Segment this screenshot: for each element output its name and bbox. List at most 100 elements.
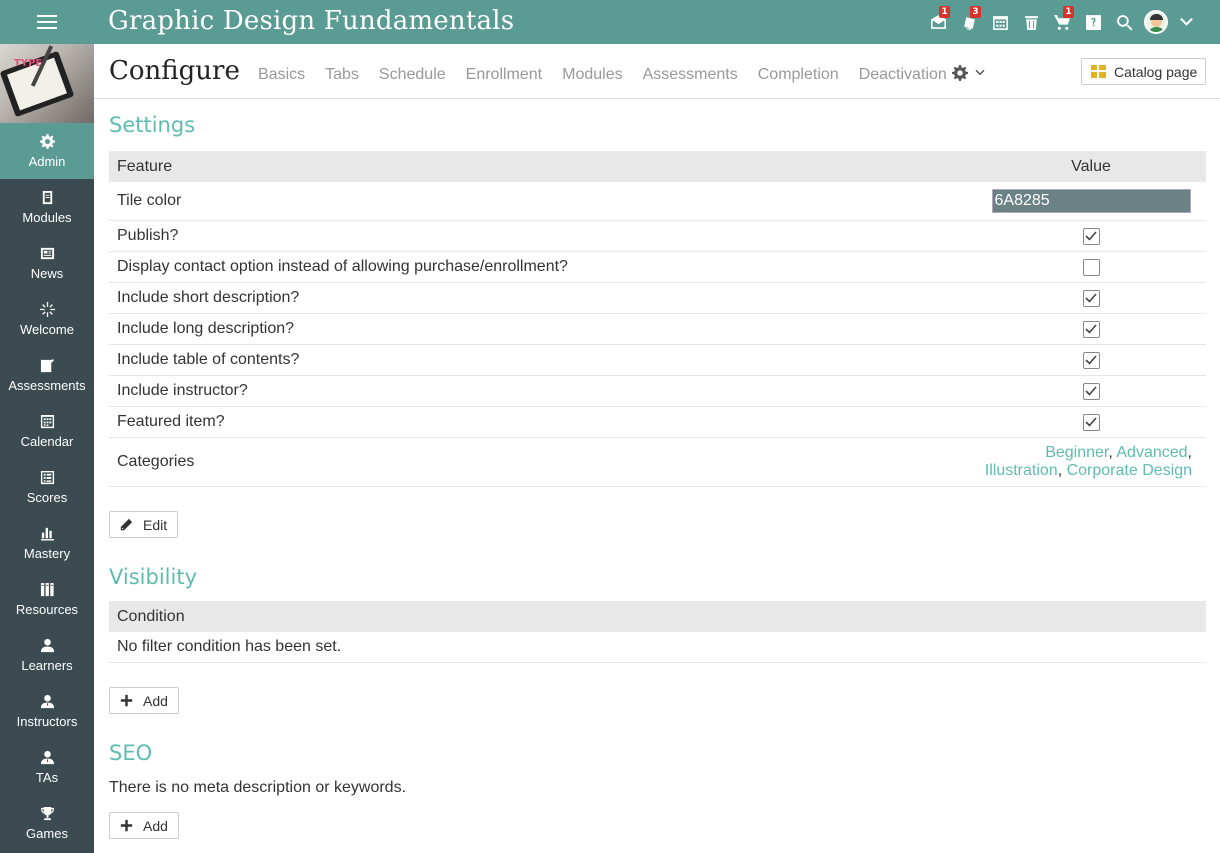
instructor-checkbox[interactable]: [1082, 382, 1100, 400]
notifications-badge: 3: [970, 6, 981, 18]
sidebar-item-label: Mastery: [23, 545, 71, 561]
tab-deactivation[interactable]: Deactivation: [859, 66, 947, 84]
sidebar-item-tas[interactable]: TAs: [0, 739, 94, 795]
tab-basics[interactable]: Basics: [258, 66, 305, 84]
table-row: Display contact option instead of allowi…: [109, 252, 1206, 283]
long-description-checkbox[interactable]: [1082, 320, 1100, 338]
add-condition-button[interactable]: Add: [109, 687, 179, 714]
sidebar-item-label: TAs: [35, 769, 59, 785]
edit-button-label: Edit: [143, 516, 168, 533]
sidebar-item-calendar[interactable]: Calendar: [0, 403, 94, 459]
add-seo-label: Add: [143, 817, 168, 834]
tab-enrollment[interactable]: Enrollment: [466, 66, 542, 84]
catalog-page-label: Catalog page: [1114, 63, 1198, 80]
sidebar-item-label: Instructors: [16, 713, 78, 729]
pencil-icon: [120, 518, 133, 531]
category-link[interactable]: Corporate Design: [1067, 462, 1192, 479]
add-condition-label: Add: [143, 692, 168, 709]
sidebar-item-label: Calendar: [20, 433, 74, 449]
gear-icon: [39, 134, 55, 150]
gear-icon: [952, 65, 968, 81]
table-row: Include short description?: [109, 283, 1206, 314]
sidebar-item-resources[interactable]: Resources: [0, 571, 94, 627]
scores-icon: [39, 470, 55, 486]
sidebar-item-admin[interactable]: Admin: [0, 123, 94, 179]
sidebar-item-label: News: [30, 265, 64, 281]
main-content: Configure Basics Tabs Schedule Enrollmen…: [94, 44, 1220, 853]
top-icon-bar: 1 3 1: [923, 0, 1202, 44]
messages-badge: 1: [939, 6, 950, 18]
bell-icon[interactable]: 3: [954, 0, 985, 44]
contact-option-checkbox[interactable]: [1082, 258, 1100, 276]
tab-completion[interactable]: Completion: [758, 66, 839, 84]
ta-icon: [39, 750, 55, 766]
checklist-icon: [39, 358, 55, 374]
page-header: Configure Basics Tabs Schedule Enrollmen…: [94, 44, 1220, 99]
avatar[interactable]: [1140, 0, 1171, 44]
config-tabs: Basics Tabs Schedule Enrollment Modules …: [258, 66, 947, 84]
hamburger-icon[interactable]: [0, 0, 94, 44]
person-icon: [39, 638, 55, 654]
tile-color-input[interactable]: 6A8285: [991, 189, 1191, 213]
empty-condition-text: No filter condition has been set.: [117, 638, 342, 655]
featured-item-checkbox[interactable]: [1082, 413, 1100, 431]
tab-modules[interactable]: Modules: [562, 66, 622, 84]
table-row: Featured item?: [109, 407, 1206, 438]
sidebar-item-label: Resources: [15, 601, 79, 617]
sidebar-item-assessments[interactable]: Assessments: [0, 347, 94, 403]
seo-title: SEO: [109, 741, 153, 765]
row-label: Include table of contents?: [117, 351, 300, 368]
table-row: Publish?: [109, 221, 1206, 252]
sidebar-item-label: Games: [26, 825, 68, 841]
tab-assessments[interactable]: Assessments: [643, 66, 738, 84]
tab-tabs[interactable]: Tabs: [325, 66, 359, 84]
sidebar-item-modules[interactable]: Modules: [0, 179, 94, 235]
edit-button[interactable]: Edit: [109, 511, 179, 538]
column-header-value: Value: [1071, 157, 1111, 175]
tab-schedule[interactable]: Schedule: [379, 66, 446, 84]
course-thumbnail[interactable]: TYPE: [0, 44, 94, 123]
catalog-icon: [1091, 65, 1106, 78]
visibility-table: Condition No filter condition has been s…: [109, 601, 1206, 663]
visibility-table-header: Condition: [109, 601, 1206, 632]
table-row: Include instructor?: [109, 376, 1206, 407]
sidebar-item-learners[interactable]: Learners: [0, 627, 94, 683]
row-label: Include short description?: [117, 289, 300, 306]
search-icon[interactable]: [1109, 0, 1140, 44]
category-link[interactable]: Advanced: [1116, 444, 1187, 461]
sidebar-item-mastery[interactable]: Mastery: [0, 515, 94, 571]
sidebar-item-welcome[interactable]: Welcome: [0, 291, 94, 347]
category-link[interactable]: Beginner: [1045, 444, 1108, 461]
settings-table-header: Feature Value: [109, 151, 1206, 182]
sidebar-item-games[interactable]: Games: [0, 795, 94, 851]
cart-icon[interactable]: 1: [1047, 0, 1078, 44]
more-settings-dropdown[interactable]: [952, 65, 986, 81]
sidebar-item-instructors[interactable]: Instructors: [0, 683, 94, 739]
publish-checkbox[interactable]: [1082, 227, 1100, 245]
avatar-image: [1143, 10, 1168, 34]
cart-badge: 1: [1063, 6, 1074, 18]
add-seo-button[interactable]: Add: [109, 812, 179, 839]
trash-icon[interactable]: [1016, 0, 1047, 44]
sidebar-item-label: Welcome: [20, 321, 74, 337]
visibility-title: Visibility: [109, 565, 198, 589]
sidebar: TYPE Admin Modules News Welcome Assessme…: [0, 44, 94, 853]
table-row: No filter condition has been set.: [109, 632, 1206, 663]
envelope-icon[interactable]: 1: [923, 0, 954, 44]
table-row: Tile color 6A8285: [109, 182, 1206, 221]
table-of-contents-checkbox[interactable]: [1082, 351, 1100, 369]
seo-empty-text: There is no meta description or keywords…: [109, 779, 407, 796]
sidebar-item-label: Scores: [26, 489, 68, 505]
calendar-icon[interactable]: [985, 0, 1016, 44]
sidebar-item-news[interactable]: News: [0, 235, 94, 291]
page-title: Configure: [109, 56, 240, 86]
short-description-checkbox[interactable]: [1082, 289, 1100, 307]
chevron-down-icon[interactable]: [1171, 0, 1202, 44]
sidebar-item-scores[interactable]: Scores: [0, 459, 94, 515]
category-link[interactable]: Illustration: [985, 462, 1058, 479]
help-icon[interactable]: [1078, 0, 1109, 44]
sidebar-item-label: Admin: [28, 153, 66, 169]
bar-chart-icon: [39, 526, 55, 542]
catalog-page-button[interactable]: Catalog page: [1081, 58, 1206, 85]
categories-list: Beginner, Advanced, Illustration, Corpor…: [984, 444, 1192, 479]
